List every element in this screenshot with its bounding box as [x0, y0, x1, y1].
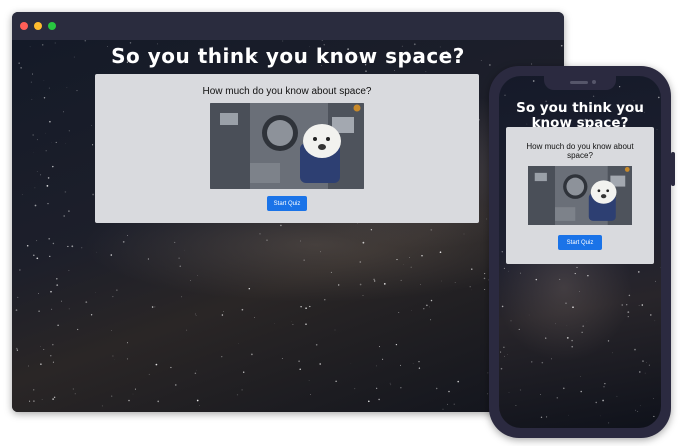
mobile-page: So you think you know space? How much do… — [499, 76, 661, 428]
mobile-astronaut-dog-image — [528, 166, 632, 225]
window-close-button[interactable] — [20, 22, 28, 30]
desktop-page: So you think you know space? How much do… — [12, 40, 564, 412]
quiz-question: How much do you know about space? — [202, 86, 372, 97]
mobile-start-quiz-button[interactable]: Start Quiz — [558, 235, 602, 250]
mobile-quiz-card: How much do you know about space? Start … — [506, 127, 654, 264]
page-title: So you think you know space? — [111, 44, 465, 68]
window-minimize-button[interactable] — [34, 22, 42, 30]
quiz-card: How much do you know about space? Start … — [95, 74, 479, 223]
mobile-quiz-question: How much do you know about space? — [526, 142, 634, 160]
browser-title-bar — [12, 12, 564, 40]
desktop-browser-window: So you think you know space? How much do… — [12, 12, 564, 412]
astronaut-dog-image — [210, 103, 364, 189]
phone-notch — [544, 76, 616, 90]
start-quiz-button[interactable]: Start Quiz — [267, 196, 307, 211]
phone-side-button — [671, 152, 675, 186]
window-maximize-button[interactable] — [48, 22, 56, 30]
speaker-icon — [570, 81, 588, 84]
mobile-phone-frame: So you think you know space? How much do… — [489, 66, 675, 438]
camera-icon — [592, 80, 596, 84]
